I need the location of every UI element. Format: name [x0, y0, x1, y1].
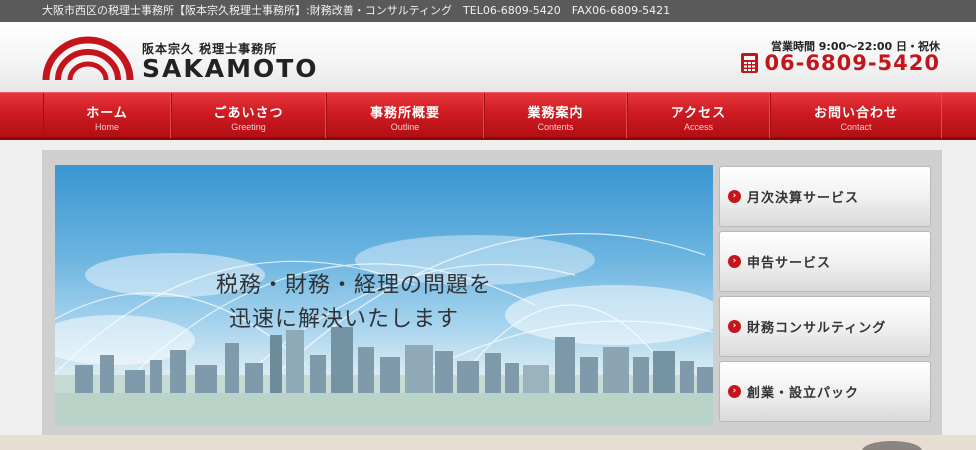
nav-item-greeting[interactable]: ごあいさつ Greeting	[171, 93, 326, 138]
hero-headline-line2: 迅速に解決いたします	[228, 307, 459, 332]
nav-item-contents[interactable]: 業務案内 Contents	[484, 93, 627, 138]
service-label: 月次決算サービス	[747, 191, 860, 206]
service-button-consulting[interactable]: › 財務コンサルティング	[719, 296, 931, 357]
service-button-monthly[interactable]: › 月次決算サービス	[719, 166, 931, 227]
service-label: 財務コンサルティング	[747, 321, 887, 336]
phone-block[interactable]: 06-6809-5420	[741, 51, 940, 75]
nav-label: ホーム	[86, 106, 128, 121]
brand-name[interactable]: SAKAMOTO	[142, 54, 319, 83]
nav-sublabel: Contact	[840, 122, 872, 132]
nav-sublabel: Greeting	[231, 122, 266, 132]
nav-item-home[interactable]: ホーム Home	[43, 93, 171, 138]
site-header: 阪本宗久 税理士事務所 SAKAMOTO 営業時間 9:00～22:00 日・祝…	[0, 22, 976, 92]
arrow-right-icon: ›	[728, 320, 741, 333]
nav-sublabel: Contents	[537, 122, 574, 132]
nav-label: アクセス	[670, 106, 727, 121]
nav-sublabel: Outline	[390, 122, 420, 132]
service-menu: › 月次決算サービス › 申告サービス › 財務コンサルティング › 創業・設立…	[719, 166, 931, 426]
arrow-right-icon: ›	[728, 385, 741, 398]
hero-banner: 税務・財務・経理の問題を 迅速に解決いたします	[55, 165, 713, 425]
top-info-bar: 大阪市西区の税理士事務所【阪本宗久税理士事務所】:財務改善・コンサルティング T…	[0, 0, 976, 22]
service-label: 申告サービス	[747, 256, 832, 271]
arrow-right-icon: ›	[728, 255, 741, 268]
arrow-right-icon: ›	[728, 190, 741, 203]
phone-number[interactable]: 06-6809-5420	[764, 51, 940, 75]
nav-label: ごあいさつ	[213, 106, 284, 121]
nav-item-access[interactable]: アクセス Access	[627, 93, 770, 138]
nav-label: お問い合わせ	[813, 106, 898, 121]
main-nav: ホーム Home ごあいさつ Greeting 事務所概要 Outline 業務…	[0, 92, 976, 140]
service-button-startup[interactable]: › 創業・設立パック	[719, 361, 931, 422]
logo-arcs-icon[interactable]	[42, 34, 134, 82]
nav-label: 事務所概要	[369, 106, 440, 121]
nav-item-outline[interactable]: 事務所概要 Outline	[326, 93, 484, 138]
top-info-text: 大阪市西区の税理士事務所【阪本宗久税理士事務所】:財務改善・コンサルティング T…	[42, 4, 671, 17]
hero-headline-line1: 税務・財務・経理の問題を	[215, 273, 492, 298]
nav-item-contact[interactable]: お問い合わせ Contact	[770, 93, 942, 138]
nav-sublabel: Home	[94, 122, 119, 132]
nav-sublabel: Access	[683, 122, 713, 132]
phone-icon	[741, 53, 759, 73]
footer-strip	[0, 435, 976, 450]
service-label: 創業・設立パック	[747, 386, 860, 401]
nav-label: 業務案内	[527, 106, 584, 121]
service-button-filing[interactable]: › 申告サービス	[719, 231, 931, 292]
